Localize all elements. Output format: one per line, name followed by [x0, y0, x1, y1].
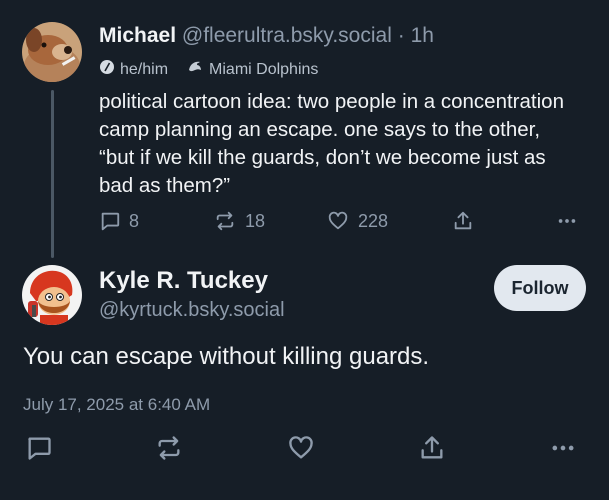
speech-bubble-icon	[28, 437, 51, 460]
share-upload-icon	[421, 436, 443, 459]
pronouns-badge: he/him	[99, 59, 168, 80]
repost-arrows-icon	[216, 211, 234, 231]
team-badge: Miami Dolphins	[186, 58, 318, 81]
author-name[interactable]: Kyle R. Tuckey	[99, 267, 268, 295]
pronouns-label: he/him	[120, 60, 169, 78]
separator-dot: ·	[397, 24, 405, 47]
more-dots-icon	[558, 219, 576, 223]
avatar[interactable]	[22, 265, 82, 325]
heart-icon	[328, 211, 348, 230]
heart-icon	[289, 436, 313, 459]
reply-post-actions	[0, 434, 609, 466]
repost-button[interactable]: 18	[213, 210, 265, 232]
dolphin-icon	[186, 58, 204, 81]
follow-button[interactable]: Follow	[494, 265, 586, 311]
avatar[interactable]	[22, 22, 82, 82]
post-time[interactable]: 1h	[411, 24, 434, 47]
parent-post-actions: 8 18 228	[99, 210, 579, 238]
more-options-button[interactable]	[549, 434, 577, 462]
speech-bubble-icon	[101, 212, 120, 231]
author-name[interactable]: Michael	[99, 24, 176, 47]
post-thread-view: Michael @fleerultra.bsky.social · 1h he/…	[0, 0, 609, 500]
like-button[interactable]: 228	[326, 210, 388, 232]
cartoon-avatar-image	[22, 265, 82, 325]
parent-post-header: Michael @fleerultra.bsky.social · 1h	[99, 24, 434, 48]
repost-button[interactable]	[155, 434, 183, 462]
share-button[interactable]	[418, 434, 446, 462]
thread-connector-line	[51, 90, 54, 258]
reply-count: 8	[129, 210, 140, 231]
more-dots-icon	[552, 445, 574, 451]
more-options-button[interactable]	[555, 210, 579, 232]
profile-badges: he/him Miami Dolphins	[99, 58, 336, 81]
repost-count: 18	[245, 210, 266, 231]
share-upload-icon	[454, 211, 472, 230]
parent-post-text: political cartoon idea: two people in a …	[99, 90, 564, 197]
share-button[interactable]	[452, 210, 474, 232]
repost-arrows-icon	[158, 436, 180, 460]
reply-button[interactable]: 8	[99, 210, 139, 232]
slash-circle-icon	[99, 59, 115, 80]
reply-post-text: You can escape without killing guards.	[23, 343, 430, 370]
reply-button[interactable]	[25, 434, 53, 462]
author-handle[interactable]: @fleerultra.bsky.social	[182, 24, 392, 47]
team-label: Miami Dolphins	[209, 60, 319, 78]
like-button[interactable]	[287, 434, 315, 462]
author-handle[interactable]: @kyrtuck.bsky.social	[99, 299, 285, 322]
post-timestamp: July 17, 2025 at 6:40 AM	[23, 395, 211, 414]
dog-avatar-image	[22, 22, 82, 82]
like-count: 228	[358, 210, 389, 231]
